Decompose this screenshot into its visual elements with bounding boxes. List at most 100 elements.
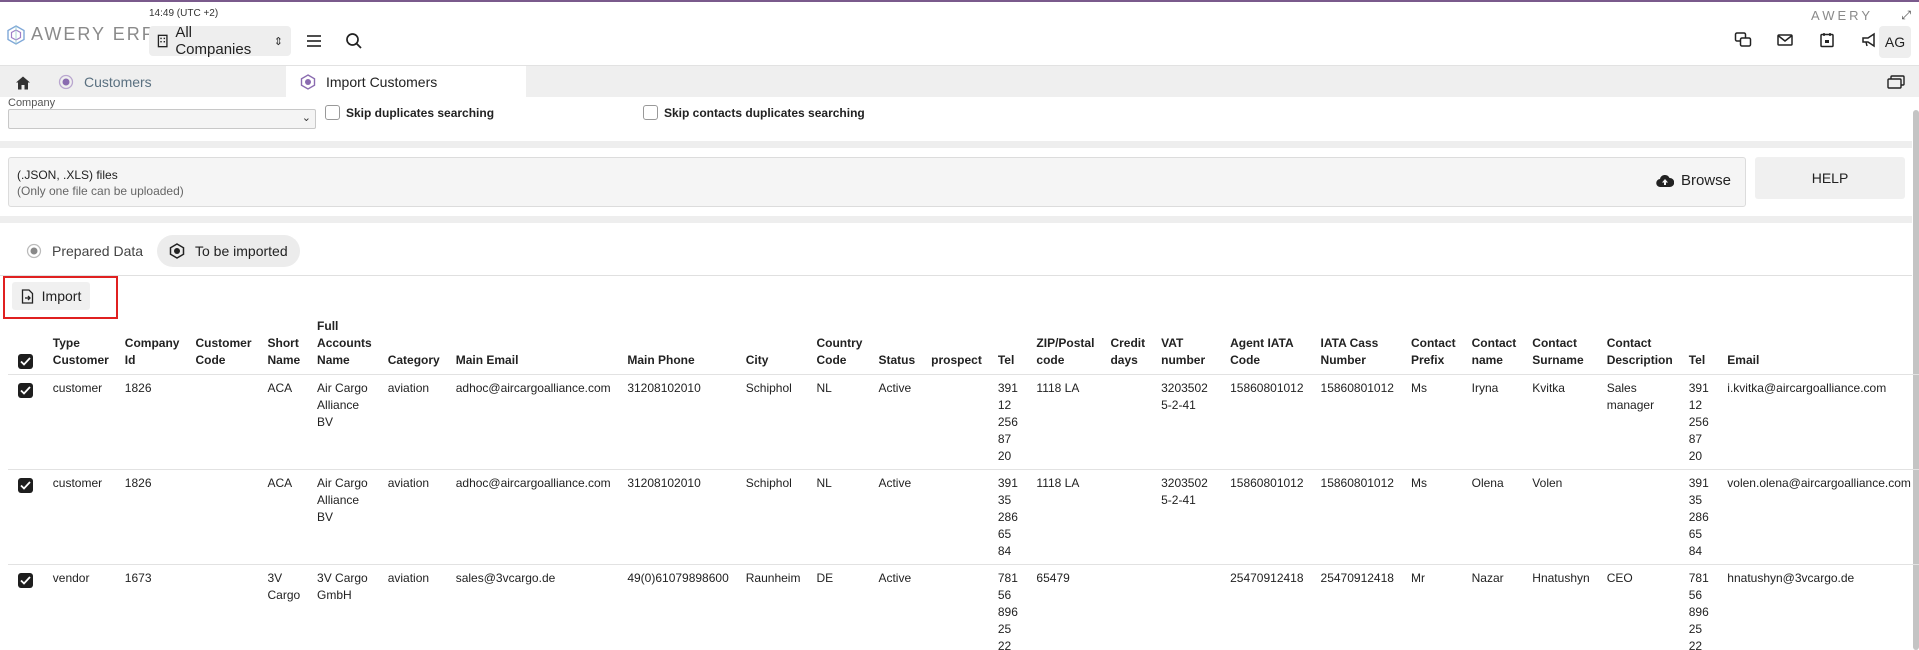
expand-icon[interactable]: ⤢ [1901,8,1911,23]
column-header[interactable]: Contact Prefix [1402,318,1464,375]
column-header[interactable]: Main Email [447,318,620,375]
skip-contacts-duplicates-option[interactable]: Skip contacts duplicates searching [643,105,865,120]
skip-contacts-duplicates-checkbox[interactable] [643,105,658,120]
column-header[interactable]: Customer Code [187,318,260,375]
help-button[interactable]: HELP [1755,157,1905,199]
cell-full-name: 3V Cargo GmbH [309,564,380,650]
cell-country: NL [808,374,871,470]
row-checkbox[interactable] [18,573,33,588]
table-row[interactable]: customer 1826 ACA Air Cargo Alliance BV … [8,374,1919,470]
cell-contact-name: Nazar [1463,564,1525,650]
column-header[interactable]: Contact Surname [1524,318,1599,375]
cell-prospect [923,374,990,470]
column-header[interactable]: Contact Description [1598,318,1681,375]
company-selector[interactable]: All Companies ⇕ [149,24,291,58]
column-header[interactable]: Email [1719,318,1919,375]
cell-vat: 32035025-2-41 [1153,469,1223,565]
skip-duplicates-option[interactable]: Skip duplicates searching [325,105,494,120]
cell-iata-cass: 25470912418 [1312,564,1403,650]
column-header[interactable]: Company Id [116,318,188,375]
module-icon [58,74,74,90]
column-header[interactable]: Status [870,318,924,375]
column-header[interactable]: Type Customer [44,318,117,375]
mail-icon[interactable] [1775,30,1795,50]
home-icon[interactable] [8,72,38,94]
skip-duplicates-checkbox[interactable] [325,105,340,120]
cell-company-id: 1826 [116,469,188,565]
tab-to-be-imported[interactable]: To be imported [157,235,300,267]
app-header: AWERY ERP 14:49 (UTC +2) All Companies ⇕… [0,2,1919,65]
column-header[interactable]: City [737,318,809,375]
column-header[interactable]: Short Name [259,318,310,375]
tab-customers-label: Customers [84,74,152,90]
table-row[interactable]: vendor 1673 3V Cargo 3V Cargo GmbH aviat… [8,564,1919,650]
calendar-icon[interactable] [1817,30,1837,50]
select-all-checkbox[interactable] [18,354,33,369]
cell-tel2: 391 12 256 87 20 [1680,374,1720,470]
column-header[interactable]: Main Phone [619,318,738,375]
row-checkbox[interactable] [18,383,33,398]
tab-import-customers[interactable]: Import Customers [286,66,526,98]
column-header[interactable]: prospect [923,318,990,375]
building-icon [157,34,168,48]
logo-text: AWERY ERP [31,24,156,44]
cell-contact-surname: Volen [1524,469,1599,565]
column-header[interactable]: VAT number [1153,318,1223,375]
cell-company-id: 1673 [116,564,188,650]
table-row[interactable]: customer 1826 ACA Air Cargo Alliance BV … [8,469,1919,565]
cell-tel: 391 35 286 65 84 [989,469,1029,565]
cell-status: Active [870,469,924,565]
cell-tel2: 781 56 896 25 22 [1680,564,1720,650]
browse-button[interactable]: Browse [1656,172,1731,189]
cell-contact-surname: Kvitka [1524,374,1599,470]
user-avatar[interactable]: AG [1879,26,1911,58]
column-header[interactable]: Full Accounts Name [309,318,380,375]
row-checkbox[interactable] [18,478,33,493]
cell-company-id: 1826 [116,374,188,470]
cell-agent-iata: 25470912418 [1222,564,1313,650]
cell-credit-days [1102,469,1154,565]
tab-prepared-data[interactable]: Prepared Data [14,235,155,267]
cell-vat: 32035025-2-41 [1153,374,1223,470]
cell-country: NL [808,469,871,565]
file-upload-zone[interactable]: (.JSON, .XLS) files (Only one file can b… [8,157,1746,207]
menu-icon[interactable] [305,32,323,50]
cell-prospect [923,564,990,650]
cell-contact-description [1598,469,1681,565]
cell-short-name: ACA [259,469,310,565]
app-logo[interactable]: AWERY ERP [6,24,156,45]
filter-panel: Company ⌄ Skip duplicates searching Skip… [0,97,1912,141]
column-header[interactable]: Agent IATA Code [1222,318,1313,375]
cell-zip: 1118 LA [1028,469,1103,565]
megaphone-icon[interactable] [1859,30,1879,50]
select-all-cell [8,318,45,375]
cell-main-phone: 49(0)61079898600 [619,564,738,650]
search-icon[interactable] [345,32,363,50]
cell-contact-description: Sales manager [1598,374,1681,470]
cell-agent-iata: 15860801012 [1222,374,1313,470]
cell-email: i.kvitka@aircargoalliance.com [1719,374,1919,470]
tab-bar: Customers Import Customers [0,65,1919,98]
company-dropdown[interactable]: ⌄ [8,109,316,129]
chat-icon[interactable] [1733,30,1753,50]
column-header[interactable]: Country Code [808,318,871,375]
column-header[interactable]: IATA Cass Number [1312,318,1403,375]
cell-email: volen.olena@aircargoalliance.com [1719,469,1919,565]
column-header[interactable]: Credit days [1102,318,1154,375]
chevron-down-icon: ⌄ [301,112,311,124]
cell-prefix: Ms [1402,469,1464,565]
column-header[interactable]: Tel [1680,318,1720,375]
cell-status: Active [870,564,924,650]
skip-duplicates-label: Skip duplicates searching [346,105,495,120]
cell-type: customer [44,469,117,565]
cell-full-name: Air Cargo Alliance BV [309,374,380,470]
tab-customers[interactable]: Customers [44,66,284,98]
column-header[interactable]: ZIP/Postal code [1028,318,1103,375]
column-header[interactable]: Contact name [1463,318,1525,375]
column-header[interactable]: Tel [989,318,1029,375]
module-icon [300,74,316,90]
windows-icon[interactable] [1887,75,1905,89]
column-header[interactable]: Category [379,318,448,375]
browse-label: Browse [1680,172,1731,189]
cell-vat [1153,564,1223,650]
